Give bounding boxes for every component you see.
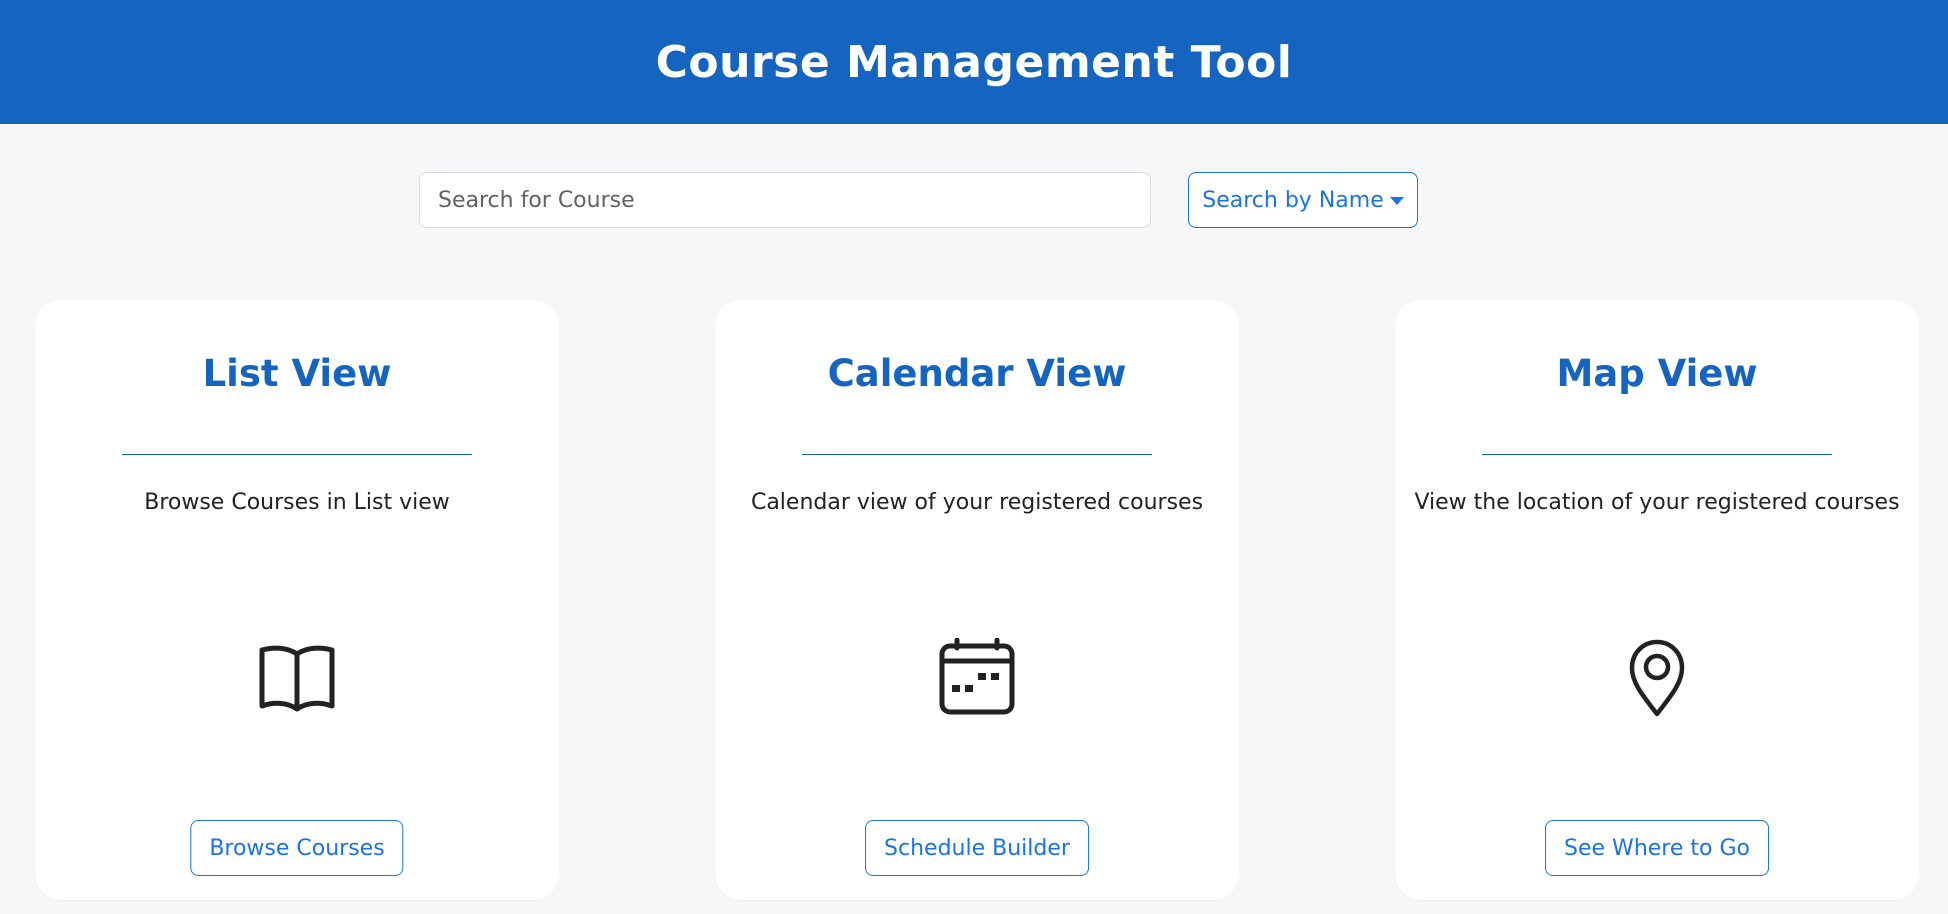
caret-down-icon [1389, 197, 1404, 205]
search-input[interactable] [419, 172, 1151, 228]
card-description: Calendar view of your registered courses [750, 490, 1204, 515]
see-where-to-go-button[interactable]: See Where to Go [1545, 820, 1769, 876]
card-description: Browse Courses in List view [144, 490, 450, 515]
search-mode-label: Search by Name [1202, 187, 1384, 213]
browse-courses-button[interactable]: Browse Courses [190, 820, 404, 876]
card-description: View the location of your registered cou… [1414, 490, 1900, 515]
search-mode-dropdown[interactable]: Search by Name [1188, 172, 1418, 228]
divider [1482, 454, 1832, 455]
map-view-card: Map View View the location of your regis… [1395, 300, 1919, 900]
card-title: Calendar View [827, 352, 1127, 395]
divider [802, 454, 1152, 455]
calendar-view-card: Calendar View Calendar view of your regi… [715, 300, 1239, 900]
divider [122, 454, 472, 455]
book-icon [257, 638, 337, 718]
calendar-icon [937, 638, 1017, 718]
card-title: List View [202, 352, 392, 395]
app-header: Course Management Tool [0, 0, 1948, 124]
card-title: Map View [1556, 352, 1758, 395]
map-pin-icon [1617, 638, 1697, 718]
list-view-card: List View Browse Courses in List view Br… [35, 300, 559, 900]
schedule-builder-button[interactable]: Schedule Builder [865, 820, 1089, 876]
page-title: Course Management Tool [655, 36, 1293, 88]
